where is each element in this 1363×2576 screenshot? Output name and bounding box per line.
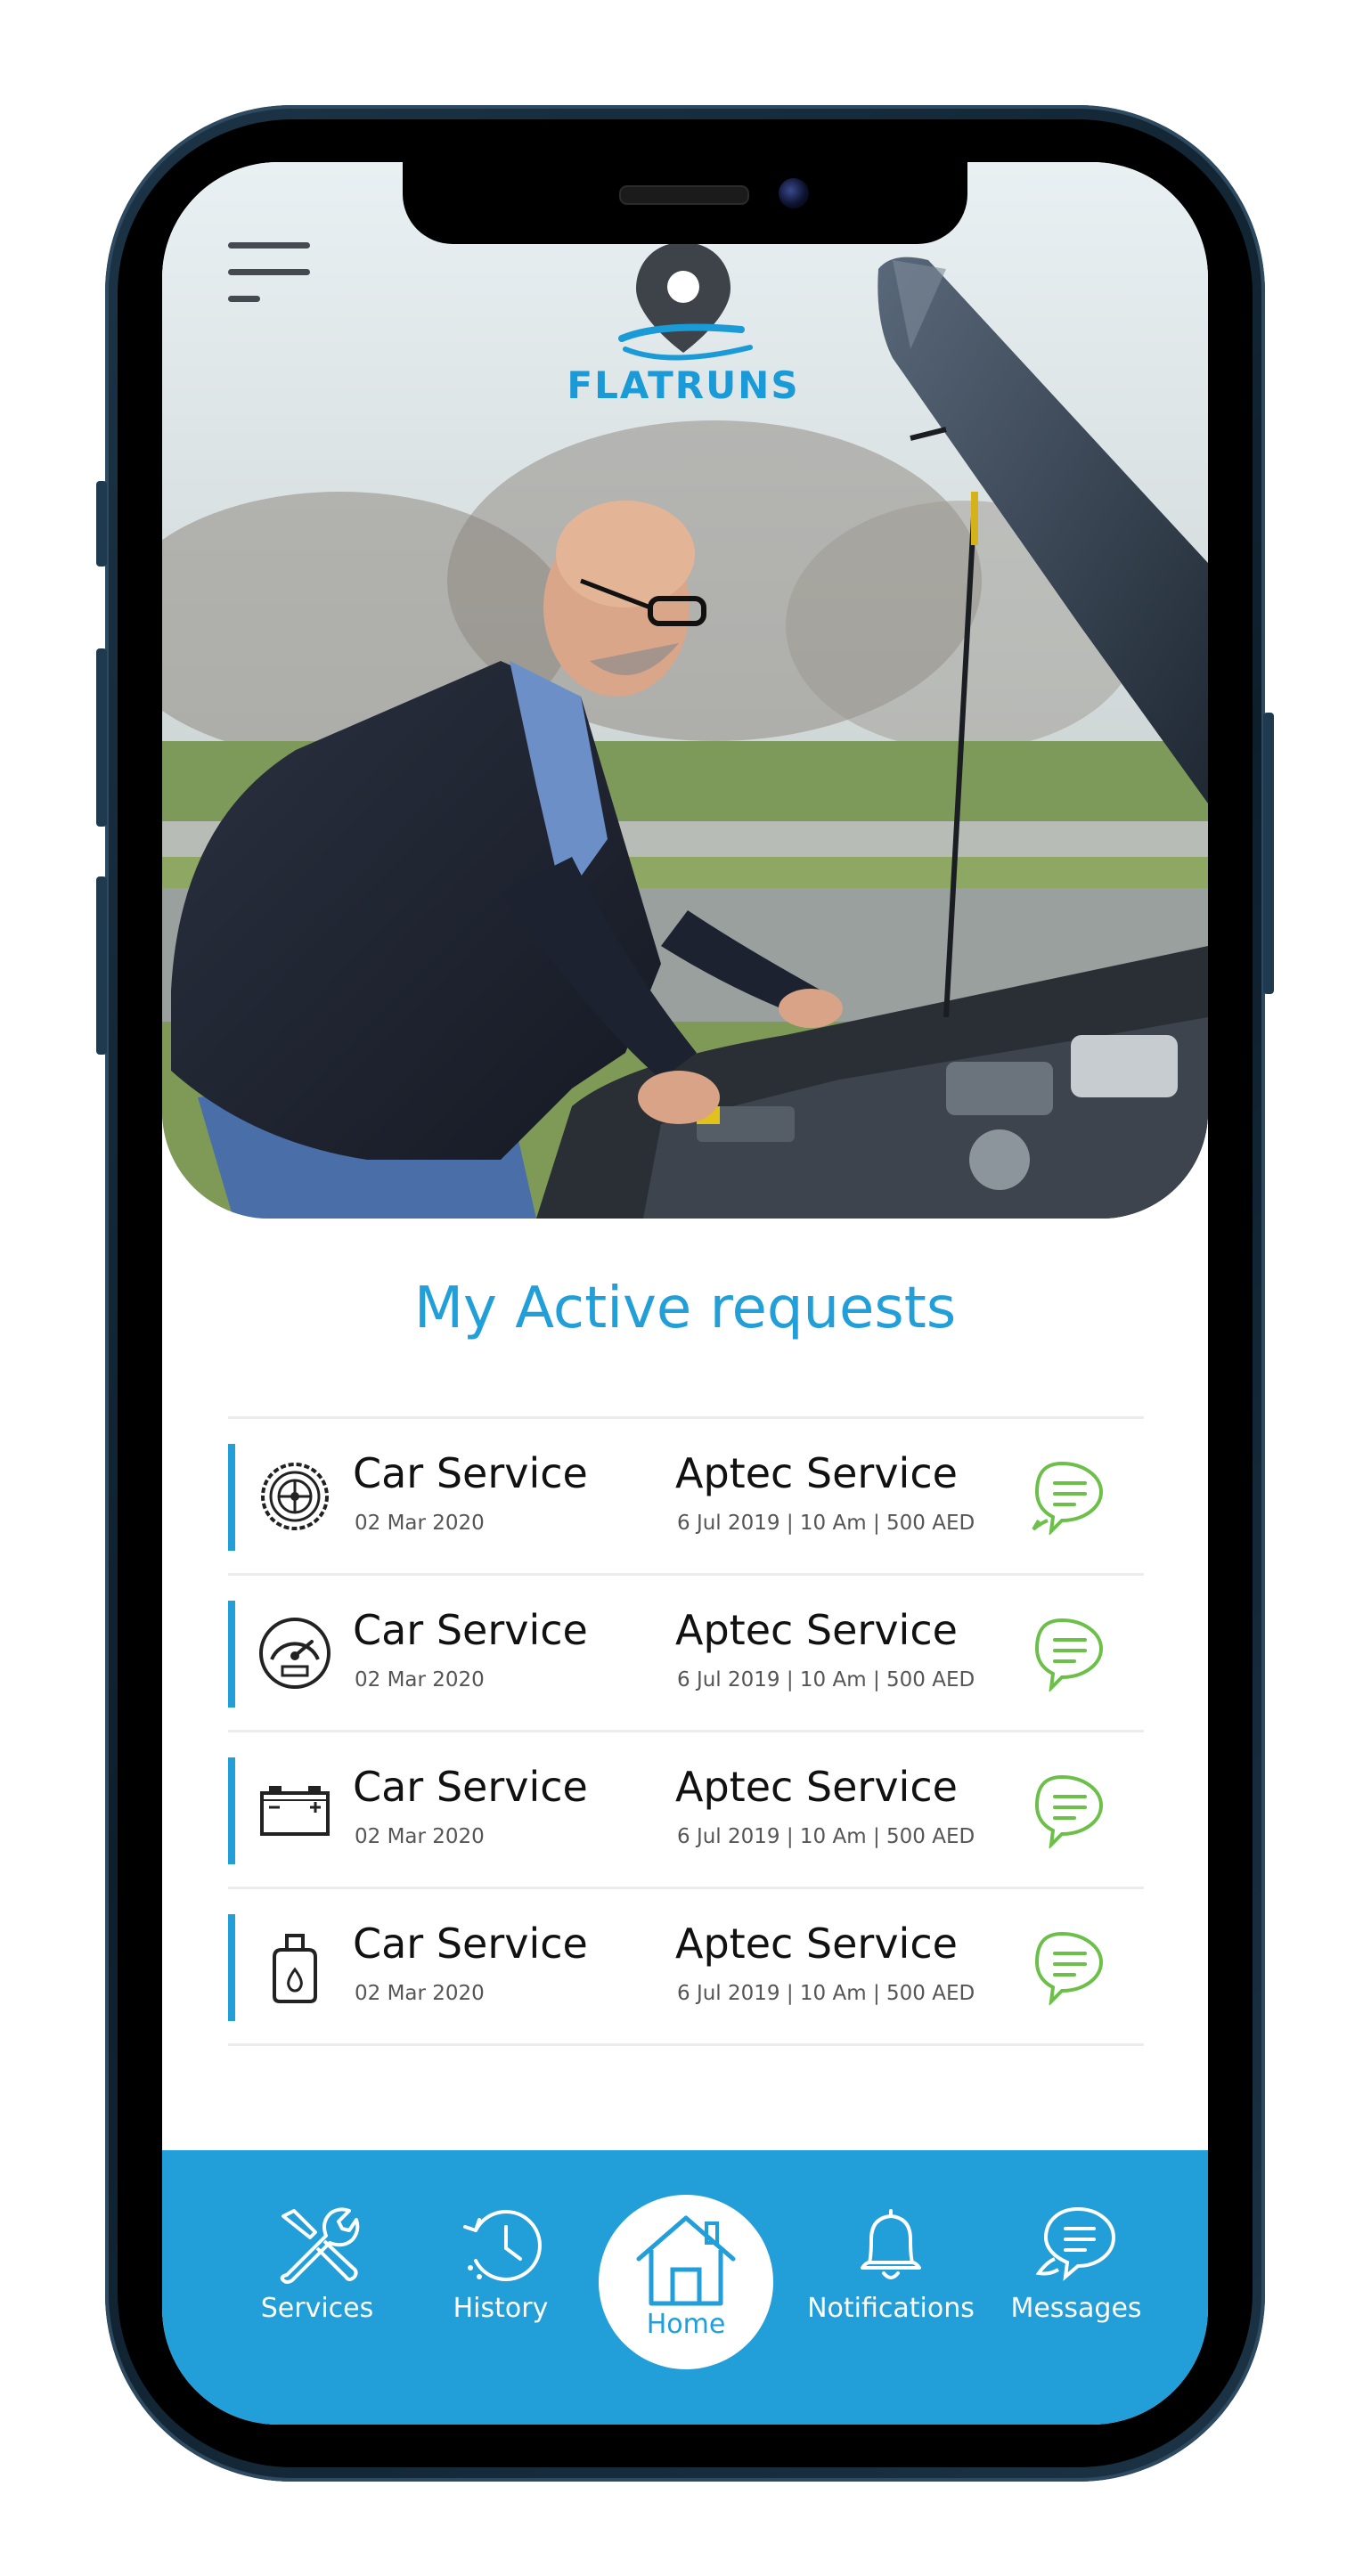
bell-icon (861, 2209, 921, 2279)
nav-services-label: Services (260, 2293, 374, 2324)
nav-services[interactable]: Services (228, 2204, 406, 2337)
service-name: Car Service (353, 1449, 588, 1497)
gauge-icon (259, 1618, 331, 1689)
booking-details: 6 Jul 2019 | 10 Am | 500 AED (677, 1982, 975, 2005)
provider-name: Aptec Service (675, 1606, 958, 1654)
service-date: 02 Mar 2020 (355, 1512, 485, 1535)
tire-icon (261, 1463, 329, 1530)
active-requests-list: Car Service 02 Mar 2020 Aptec Service 6 … (228, 1416, 1144, 2046)
row-accent-bar (228, 1444, 235, 1551)
booking-details: 6 Jul 2019 | 10 Am | 500 AED (677, 1512, 975, 1535)
chat-icon[interactable] (1030, 1928, 1110, 2005)
row-accent-bar (228, 1757, 235, 1864)
chat-icon[interactable] (1030, 1615, 1110, 1692)
brand-name: FLATRUNS (567, 363, 800, 407)
provider-name: Aptec Service (675, 1449, 958, 1497)
volume-up-button (96, 648, 107, 827)
request-row[interactable]: Car Service 02 Mar 2020 Aptec Service 6 … (228, 1889, 1144, 2046)
request-row[interactable]: Car Service 02 Mar 2020 Aptec Service 6 … (228, 1732, 1144, 1889)
home-icon (636, 2215, 736, 2306)
location-pin-icon (618, 242, 753, 361)
battery-icon (260, 1786, 330, 1836)
nav-history[interactable]: History (412, 2204, 590, 2337)
booking-details: 6 Jul 2019 | 10 Am | 500 AED (677, 1825, 975, 1848)
oil-can-icon (273, 1934, 317, 2003)
speaker-grille (619, 185, 749, 205)
service-name: Car Service (353, 1763, 588, 1811)
front-camera (779, 178, 809, 208)
nav-notifications[interactable]: Notifications (784, 2204, 998, 2337)
power-button (1263, 713, 1274, 994)
chat-icon[interactable] (1030, 1458, 1110, 1535)
brand-logo: FLATRUNS (536, 242, 830, 420)
section-title: My Active requests (413, 1276, 957, 1341)
provider-name: Aptec Service (675, 1920, 958, 1968)
volume-down-button (96, 876, 107, 1055)
row-accent-bar (228, 1601, 235, 1708)
service-date: 02 Mar 2020 (355, 1982, 485, 2005)
request-row[interactable]: Car Service 02 Mar 2020 Aptec Service 6 … (228, 1576, 1144, 1732)
hero-image: FLATRUNS (162, 162, 1208, 1219)
chat-icon (1035, 2206, 1116, 2281)
nav-notifications-label: Notifications (807, 2293, 975, 2324)
booking-details: 6 Jul 2019 | 10 Am | 500 AED (677, 1668, 975, 1692)
nav-messages[interactable]: Messages (987, 2204, 1165, 2337)
wrench-icon (280, 2207, 360, 2284)
service-name: Car Service (353, 1920, 588, 1968)
history-icon (463, 2210, 542, 2281)
nav-history-label: History (453, 2293, 549, 2324)
service-date: 02 Mar 2020 (355, 1825, 485, 1848)
notch (403, 162, 967, 244)
nav-messages-label: Messages (1010, 2293, 1142, 2324)
request-row[interactable]: Car Service 02 Mar 2020 Aptec Service 6 … (228, 1419, 1144, 1576)
app-screen: FLATRUNS My Active requests Car Service … (162, 162, 1208, 2425)
nav-home[interactable]: Home (599, 2195, 773, 2369)
service-name: Car Service (353, 1606, 588, 1654)
bottom-nav: Services History Home Notifications Mess… (162, 2150, 1208, 2425)
hamburger-menu-icon[interactable] (228, 242, 310, 312)
chat-icon[interactable] (1030, 1772, 1110, 1848)
service-date: 02 Mar 2020 (355, 1668, 485, 1692)
row-accent-bar (228, 1914, 235, 2021)
side-button (96, 481, 107, 567)
nav-home-label: Home (646, 2309, 726, 2340)
provider-name: Aptec Service (675, 1763, 958, 1811)
